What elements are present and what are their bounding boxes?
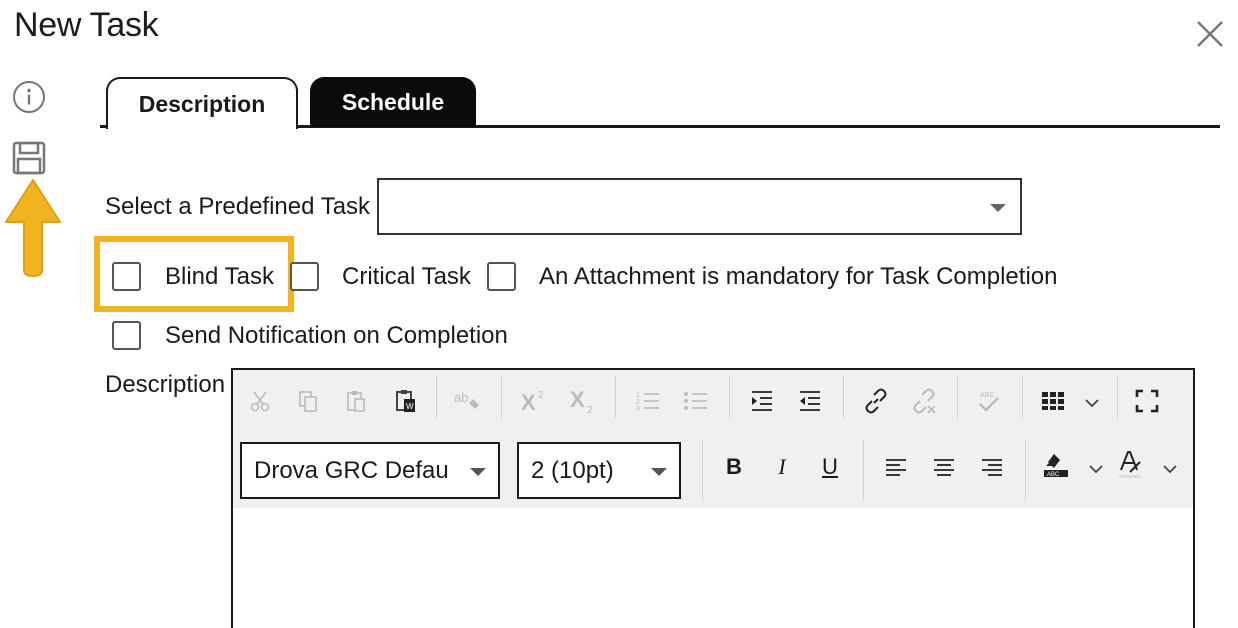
close-icon[interactable] <box>1194 18 1226 50</box>
font-size-select[interactable]: 2 (10pt) <box>517 442 681 499</box>
superscript-icon[interactable]: X2 <box>517 384 551 418</box>
align-right-icon[interactable] <box>975 450 1009 484</box>
toolbar-separator <box>501 376 502 418</box>
chevron-down-icon <box>990 204 1006 212</box>
svg-text:2: 2 <box>538 390 544 401</box>
spell-replace-icon[interactable]: ab <box>451 384 485 418</box>
toolbar-separator <box>863 440 864 500</box>
tab-description[interactable]: Description <box>106 77 298 129</box>
spellcheck-icon[interactable]: ABC <box>972 384 1006 418</box>
chevron-down-icon[interactable] <box>1075 386 1109 420</box>
send-notification-checkbox[interactable] <box>112 321 141 350</box>
svg-text:ABC: ABC <box>1047 472 1060 478</box>
chevron-down-icon[interactable] <box>1079 452 1113 486</box>
tab-label: Description <box>138 90 266 117</box>
bulleted-list-icon[interactable] <box>679 384 713 418</box>
underline-label: U <box>822 454 838 479</box>
svg-text:X: X <box>521 390 536 414</box>
svg-text:ab: ab <box>454 390 468 405</box>
svg-text:ABC: ABC <box>980 392 994 399</box>
bold-label: B <box>726 454 742 479</box>
predefined-task-label: Select a Predefined Task <box>105 193 371 220</box>
italic-label: I <box>778 454 786 479</box>
underline-button[interactable]: U <box>813 450 847 484</box>
align-left-icon[interactable] <box>879 450 913 484</box>
svg-text:1: 1 <box>636 392 640 399</box>
cut-icon[interactable] <box>243 384 277 418</box>
description-label: Description <box>105 371 226 398</box>
indent-icon[interactable] <box>745 384 779 418</box>
toolbar-separator <box>615 376 616 418</box>
paste-from-word-icon[interactable]: W <box>389 384 423 418</box>
paste-icon[interactable] <box>339 384 373 418</box>
font-family-select[interactable]: Drova GRC Default <box>240 442 500 499</box>
editor-toolbar: W ab X2 X2 123 ABC Drova GRC Default 2 (… <box>233 370 1193 508</box>
bold-button[interactable]: B <box>717 450 751 484</box>
fullscreen-icon[interactable] <box>1130 384 1164 418</box>
table-icon[interactable] <box>1036 384 1070 418</box>
numbered-list-icon[interactable]: 123 <box>631 384 665 418</box>
toolbar-separator <box>843 376 844 418</box>
svg-text:2: 2 <box>587 405 593 415</box>
toolbar-separator <box>729 376 730 418</box>
predefined-task-select[interactable] <box>377 178 1022 235</box>
unlink-icon[interactable] <box>907 384 941 418</box>
info-icon[interactable] <box>12 80 46 114</box>
critical-task-label: Critical Task <box>342 263 471 290</box>
font-size-value: 2 (10pt) <box>531 456 614 484</box>
critical-task-checkbox[interactable] <box>290 262 319 291</box>
italic-button[interactable]: I <box>765 450 799 484</box>
toolbar-separator <box>1022 376 1023 418</box>
dialog-title: New Task <box>14 6 159 44</box>
attachment-mandatory-checkbox[interactable] <box>487 262 516 291</box>
blind-task-label: Blind Task <box>165 263 274 290</box>
copy-icon[interactable] <box>291 384 325 418</box>
outdent-icon[interactable] <box>793 384 827 418</box>
align-center-icon[interactable] <box>927 450 961 484</box>
rich-text-editor[interactable]: W ab X2 X2 123 ABC Drova GRC Default 2 (… <box>231 368 1195 628</box>
svg-text:3: 3 <box>636 406 640 413</box>
blind-task-checkbox[interactable] <box>112 262 141 291</box>
chevron-down-icon <box>470 468 486 476</box>
font-family-value: Drova GRC Default <box>254 456 448 484</box>
send-notification-label: Send Notification on Completion <box>165 322 508 349</box>
toolbar-separator <box>957 376 958 418</box>
toolbar-separator <box>436 376 437 418</box>
chevron-down-icon <box>651 468 667 476</box>
link-icon[interactable] <box>859 384 893 418</box>
subscript-icon[interactable]: X2 <box>566 384 600 418</box>
svg-text:W: W <box>406 402 414 411</box>
save-icon[interactable] <box>12 141 46 175</box>
attachment-mandatory-label: An Attachment is mandatory for Task Comp… <box>539 263 1058 290</box>
toolbar-separator <box>1117 376 1118 418</box>
toolbar-separator <box>1025 440 1026 500</box>
arrow-up-icon <box>5 179 61 277</box>
svg-text:X: X <box>570 387 585 412</box>
tab-schedule[interactable]: Schedule <box>310 77 476 127</box>
text-color-icon[interactable] <box>1113 448 1147 482</box>
highlight-color-icon[interactable]: ABC <box>1039 448 1073 482</box>
tab-label: Schedule <box>341 88 445 115</box>
svg-text:2: 2 <box>636 399 640 406</box>
editor-content-area[interactable] <box>233 508 1193 628</box>
chevron-down-icon[interactable] <box>1153 452 1187 486</box>
toolbar-separator <box>702 440 703 500</box>
